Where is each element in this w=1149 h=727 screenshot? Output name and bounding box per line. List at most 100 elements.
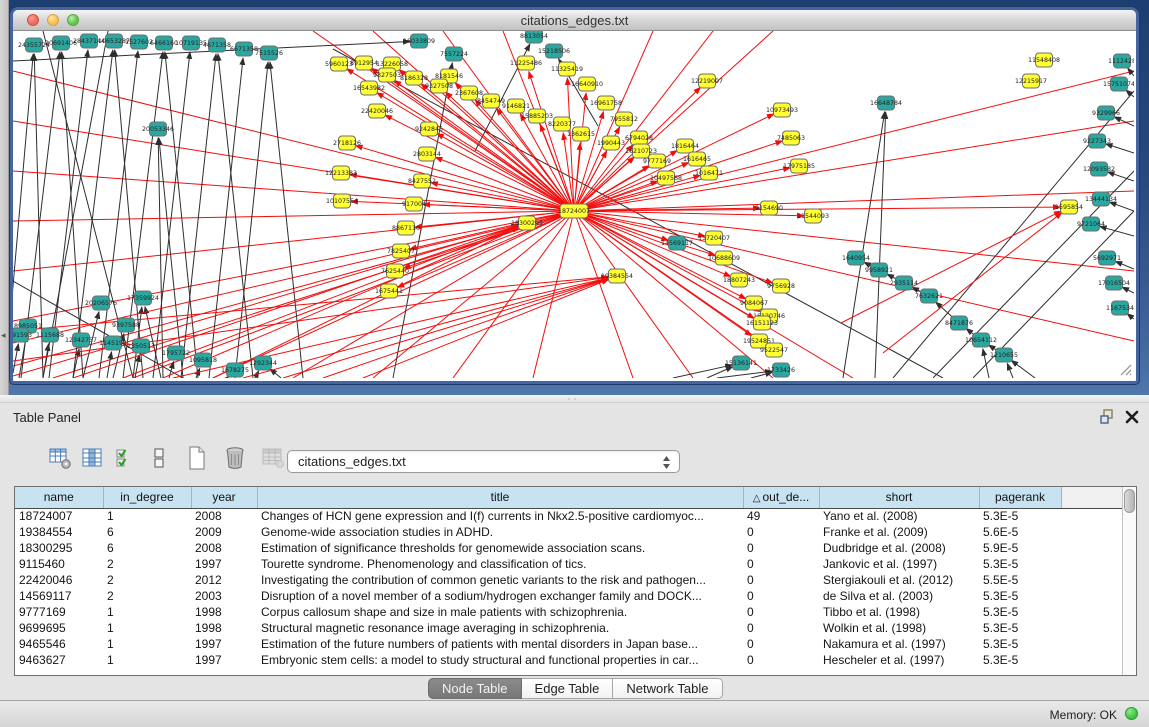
table-cell[interactable]: Stergiakouli et al. (2012) <box>819 572 979 588</box>
graph-edge-selected[interactable] <box>283 279 608 378</box>
table-row[interactable]: 911546021997Tourette syndrome. Phenomeno… <box>15 556 1123 572</box>
table-row[interactable]: 2242004622012Investigating the contribut… <box>15 572 1123 588</box>
table-source-select[interactable]: citations_edges.txt <box>287 450 680 473</box>
table-cell[interactable]: Wolkin et al. (1998) <box>819 620 979 636</box>
graph-edge[interactable] <box>393 63 452 378</box>
table-cell[interactable]: 1 <box>103 636 191 652</box>
tab-network-table[interactable]: Network Table <box>613 678 722 699</box>
graph-edge[interactable] <box>1109 202 1134 211</box>
table-cell[interactable]: 5.3E-5 <box>979 556 1061 572</box>
table-cell[interactable]: 2 <box>103 588 191 604</box>
column-header-in-degree[interactable]: in_degree <box>103 487 191 508</box>
table-cell[interactable]: 1998 <box>191 604 257 620</box>
table-cell[interactable]: 0 <box>743 588 819 604</box>
graph-edge[interactable] <box>13 344 18 373</box>
network-view[interactable]: 1872400718300295193845545960123891295413… <box>13 31 1134 378</box>
table-row[interactable]: 946554611997Estimation of the future num… <box>15 636 1123 652</box>
table-cell[interactable]: 1997 <box>191 556 257 572</box>
table-cell[interactable]: 22420046 <box>15 572 103 588</box>
table-scrollbar-thumb[interactable] <box>1124 489 1135 513</box>
table-cell[interactable]: Tibbo et al. (1998) <box>819 604 979 620</box>
table-cell[interactable]: Nakamura et al. (1997) <box>819 636 979 652</box>
table-cell[interactable]: 5.3E-5 <box>979 588 1061 604</box>
table-cell[interactable]: 49 <box>743 508 819 524</box>
table-cell[interactable]: 2012 <box>191 572 257 588</box>
graph-edge[interactable] <box>875 112 886 378</box>
table-cell[interactable]: Disruption of a novel member of a sodium… <box>257 588 743 604</box>
table-cell[interactable]: 5.3E-5 <box>979 620 1061 636</box>
graph-edge[interactable] <box>1011 360 1035 378</box>
table-cell[interactable]: 9465546 <box>15 636 103 652</box>
column-header-pagerank[interactable]: pagerank <box>979 487 1061 508</box>
table-cell[interactable]: 1 <box>103 604 191 620</box>
table-cell[interactable]: 0 <box>743 540 819 556</box>
table-row[interactable]: 946362711997Embryonic stem cells: a mode… <box>15 652 1123 668</box>
graph-edge-selected[interactable] <box>567 78 574 211</box>
table-cell[interactable]: 5.3E-5 <box>979 604 1061 620</box>
collapse-left-arrow-icon[interactable]: ◂ <box>1 330 6 341</box>
graph-edge-selected[interactable] <box>533 211 574 378</box>
close-panel-icon[interactable] <box>1125 410 1139 424</box>
column-header-title[interactable]: title <box>257 487 743 508</box>
tab-edge-table[interactable]: Edge Table <box>522 678 614 699</box>
table-cell[interactable]: 9463627 <box>15 652 103 668</box>
table-cell[interactable]: 2009 <box>191 524 257 540</box>
show-columns-icon[interactable] <box>81 446 105 470</box>
column-header-out-de-[interactable]: △out_de... <box>743 487 819 508</box>
table-cell[interactable]: 19384554 <box>15 524 103 540</box>
table-cell[interactable]: 1 <box>103 508 191 524</box>
table-cell[interactable]: Franke et al. (2009) <box>819 524 979 540</box>
table-cell[interactable]: 2008 <box>191 540 257 556</box>
graph-edge[interactable] <box>1122 287 1134 293</box>
graph-edge-selected[interactable] <box>373 211 574 378</box>
table-row[interactable]: 977716911998Corpus callosum shape and si… <box>15 604 1123 620</box>
float-panel-icon[interactable] <box>1100 409 1115 424</box>
graph-edge[interactable] <box>43 31 108 378</box>
table-cell[interactable]: 18724007 <box>15 508 103 524</box>
table-cell[interactable]: Estimation of the future numbers of pati… <box>257 636 743 652</box>
network-canvas[interactable]: 1872400718300295193845545960123891295413… <box>13 31 1134 378</box>
table-cell[interactable]: 2 <box>103 556 191 572</box>
table-cell[interactable]: 2 <box>103 572 191 588</box>
table-cell[interactable]: 5.3E-5 <box>979 508 1061 524</box>
graph-edge[interactable] <box>73 50 113 378</box>
column-header-name[interactable]: name <box>15 487 103 508</box>
table-cell[interactable]: 5.5E-5 <box>979 572 1061 588</box>
column-header-year[interactable]: year <box>191 487 257 508</box>
graph-edge[interactable] <box>983 349 989 378</box>
table-cell[interactable]: 5.3E-5 <box>979 652 1061 668</box>
graph-edge[interactable] <box>673 365 732 378</box>
table-cell[interactable]: 9115460 <box>15 556 103 572</box>
table-cell[interactable]: 0 <box>743 524 819 540</box>
table-cell[interactable]: Hescheler et al. (1997) <box>819 652 979 668</box>
graph-edge-selected[interactable] <box>574 114 774 211</box>
table-cell[interactable]: Yano et al. (2008) <box>819 508 979 524</box>
table-cell[interactable]: 1998 <box>191 620 257 636</box>
graph-edge[interactable] <box>1007 363 1013 378</box>
table-cell[interactable]: 14569117 <box>15 588 103 604</box>
table-cell[interactable]: Estimation of significance thresholds fo… <box>257 540 743 556</box>
graph-edge[interactable] <box>843 112 885 378</box>
graph-edge[interactable] <box>181 54 216 378</box>
window-resize-grip-icon[interactable] <box>1118 362 1132 376</box>
delete-column-icon[interactable] <box>223 446 247 470</box>
table-cell[interactable]: Investigating the contribution of common… <box>257 572 743 588</box>
table-cell[interactable]: 0 <box>743 620 819 636</box>
graph-edge-selected[interactable] <box>397 211 574 287</box>
graph-edge-selected[interactable] <box>323 279 608 378</box>
table-cell[interactable]: Embryonic stem cells: a model to study s… <box>257 652 743 668</box>
table-cell[interactable]: Dudbridge et al. (2008) <box>819 540 979 556</box>
splitter-grip-icon[interactable] <box>566 397 578 401</box>
table-cell[interactable]: 0 <box>743 556 819 572</box>
tab-node-table[interactable]: Node Table <box>428 678 522 699</box>
table-row[interactable]: 1830029562008Estimation of significance … <box>15 540 1123 556</box>
graph-edge-selected[interactable] <box>13 277 608 361</box>
table-mode-icon[interactable] <box>48 446 72 470</box>
select-columns-icon[interactable] <box>114 446 138 470</box>
table-cell[interactable]: 0 <box>743 572 819 588</box>
horizontal-splitter[interactable] <box>0 395 1149 403</box>
table-cell[interactable]: 0 <box>743 652 819 668</box>
table-row[interactable]: 1938455462009Genome-wide association stu… <box>15 524 1123 540</box>
table-cell[interactable]: 6 <box>103 540 191 556</box>
graph-edge[interactable] <box>1115 261 1134 269</box>
